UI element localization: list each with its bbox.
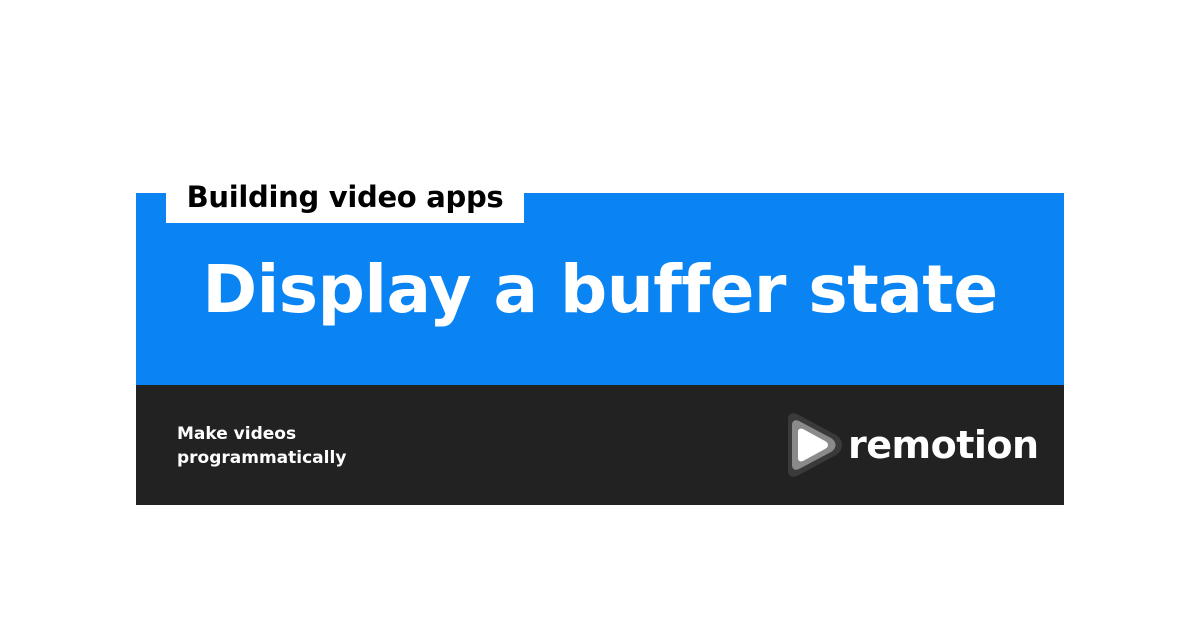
category-tab: Building video apps — [166, 170, 524, 223]
og-card: Display a buffer state Building video ap… — [136, 170, 1064, 505]
footer-band: Make videos programmatically remotion — [136, 385, 1064, 505]
brand-lockup: remotion — [782, 413, 1039, 477]
remotion-play-logo-icon — [788, 413, 842, 477]
page-title: Display a buffer state — [202, 251, 998, 328]
category-label: Building video apps — [186, 179, 504, 214]
tagline: Make videos programmatically — [177, 422, 346, 470]
tagline-line-1: Make videos — [177, 424, 297, 444]
brand-name: remotion — [848, 423, 1039, 467]
tagline-line-2: programmatically — [177, 448, 347, 468]
